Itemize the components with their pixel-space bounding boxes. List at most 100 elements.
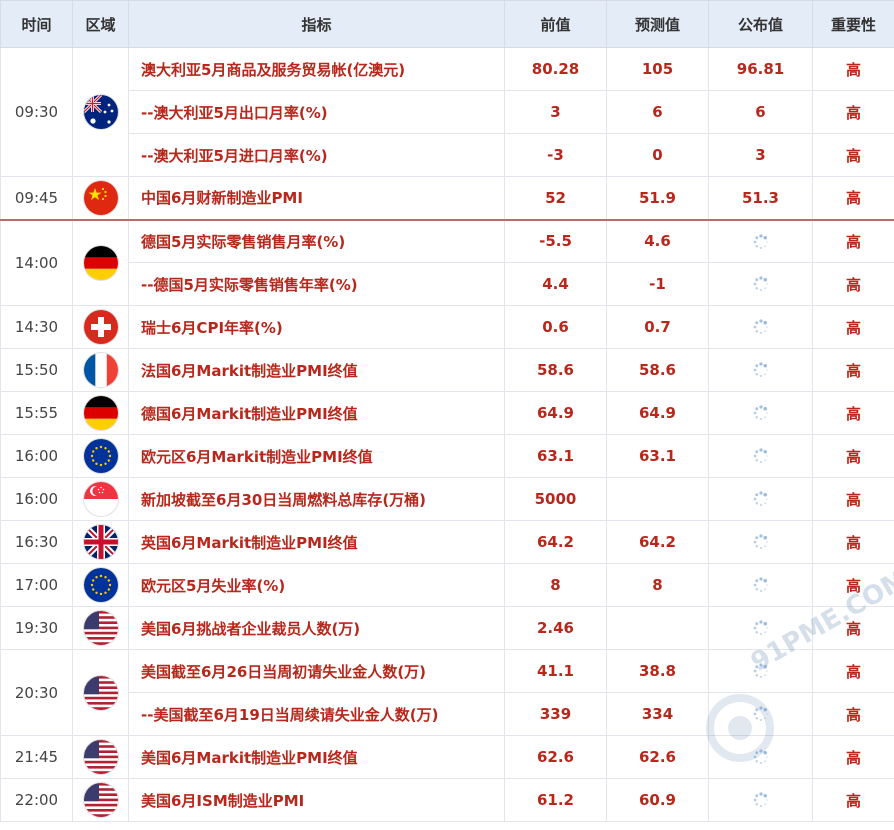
header-region: 区域 — [72, 0, 129, 48]
row-actual: 51.3 — [708, 176, 813, 220]
row-previous: -3 — [504, 133, 607, 177]
row-region — [72, 563, 129, 607]
row-previous: 3 — [504, 90, 607, 134]
row-forecast: 8 — [606, 563, 709, 607]
row-region — [72, 434, 129, 478]
row-previous: 80.28 — [504, 47, 607, 91]
row-time: 14:00 — [0, 218, 73, 306]
row-importance: 高 — [812, 133, 894, 177]
row-indicator[interactable]: 美国6月ISM制造业PMI — [128, 778, 505, 822]
row-indicator[interactable]: 美国6月挑战者企业裁员人数(万) — [128, 606, 505, 650]
header-importance: 重要性 — [812, 0, 894, 48]
row-region — [72, 305, 129, 349]
usa-flag-icon — [83, 675, 118, 710]
row-indicator[interactable]: 德国5月实际零售销售月率(%) — [128, 218, 505, 263]
row-forecast: -1 — [606, 262, 709, 306]
row-importance: 高 — [812, 348, 894, 392]
row-actual-pending — [708, 391, 813, 435]
loading-spinner-icon — [752, 490, 770, 508]
row-indicator[interactable]: --澳大利亚5月进口月率(%) — [128, 133, 505, 177]
row-actual: 3 — [708, 133, 813, 177]
row-previous: 8 — [504, 563, 607, 607]
loading-spinner-icon — [752, 576, 770, 594]
row-importance: 高 — [812, 218, 894, 263]
row-actual-pending — [708, 348, 813, 392]
row-indicator[interactable]: --美国截至6月19日当周续请失业金人数(万) — [128, 692, 505, 736]
row-actual-pending — [708, 778, 813, 822]
row-previous: 58.6 — [504, 348, 607, 392]
row-time: 22:00 — [0, 778, 73, 822]
row-time: 09:30 — [0, 47, 73, 177]
row-indicator[interactable]: 法国6月Markit制造业PMI终值 — [128, 348, 505, 392]
row-indicator[interactable]: 中国6月财新制造业PMI — [128, 176, 505, 220]
row-forecast: 105 — [606, 47, 709, 91]
row-importance: 高 — [812, 477, 894, 521]
row-indicator[interactable]: 美国6月Markit制造业PMI终值 — [128, 735, 505, 779]
row-indicator[interactable]: --德国5月实际零售销售年率(%) — [128, 262, 505, 306]
row-forecast: 4.6 — [606, 218, 709, 263]
row-indicator[interactable]: 德国6月Markit制造业PMI终值 — [128, 391, 505, 435]
row-actual: 6 — [708, 90, 813, 134]
row-previous: 64.2 — [504, 520, 607, 564]
row-indicator[interactable]: 澳大利亚5月商品及服务贸易帐(亿澳元) — [128, 47, 505, 91]
usa-flag-icon — [83, 740, 118, 774]
row-actual-pending — [708, 434, 813, 478]
row-indicator[interactable]: 瑞士6月CPI年率(%) — [128, 305, 505, 349]
row-time: 16:30 — [0, 520, 73, 564]
row-time: 19:30 — [0, 606, 73, 650]
row-previous: 4.4 — [504, 262, 607, 306]
row-actual-pending — [708, 305, 813, 349]
table-row: 15:55 德国6月Markit制造业PMI终值 64.9 64.9 高 — [0, 391, 894, 435]
row-forecast: 0.7 — [606, 305, 709, 349]
table-row: --美国截至6月19日当周续请失业金人数(万) 339 334 高 — [1, 692, 894, 736]
row-previous: 339 — [504, 692, 607, 736]
row-region — [72, 778, 129, 822]
row-previous: 5000 — [504, 477, 607, 521]
row-forecast: 51.9 — [606, 176, 709, 220]
table-row: --澳大利亚5月出口月率(%) 3 6 6 高 — [1, 90, 894, 134]
eurozone-flag-icon — [83, 568, 118, 602]
row-previous: 64.9 — [504, 391, 607, 435]
china-flag-icon — [83, 180, 118, 215]
loading-spinner-icon — [752, 619, 770, 637]
header-indicator: 指标 — [128, 0, 505, 48]
row-previous: -5.5 — [504, 218, 607, 263]
germany-flag-icon — [83, 396, 118, 430]
switzerland-flag-icon — [83, 310, 118, 344]
row-importance: 高 — [812, 90, 894, 134]
row-importance: 高 — [812, 735, 894, 779]
row-importance: 高 — [812, 692, 894, 736]
row-indicator[interactable]: 新加坡截至6月30日当周燃料总库存(万桶) — [128, 477, 505, 521]
row-time: 17:00 — [0, 563, 73, 607]
row-region — [72, 649, 129, 736]
row-previous: 41.1 — [504, 649, 607, 693]
row-previous: 52 — [504, 176, 607, 220]
row-indicator[interactable]: --澳大利亚5月出口月率(%) — [128, 90, 505, 134]
row-importance: 高 — [812, 176, 894, 220]
row-importance: 高 — [812, 47, 894, 91]
row-time: 16:00 — [0, 434, 73, 478]
row-indicator[interactable]: 欧元区5月失业率(%) — [128, 563, 505, 607]
row-region — [72, 47, 129, 177]
eurozone-flag-icon — [83, 439, 118, 473]
row-indicator[interactable]: 欧元区6月Markit制造业PMI终值 — [128, 434, 505, 478]
row-actual-pending — [708, 262, 813, 306]
table-row: 09:45 中国6月财新制造业PMI 52 51.9 51.3 高 — [0, 176, 894, 220]
table-row: 21:45 美国6月Markit制造业PMI终值 62.6 62.6 高 — [0, 735, 894, 779]
row-time: 20:30 — [0, 649, 73, 736]
loading-spinner-icon — [752, 533, 770, 551]
row-indicator[interactable]: 英国6月Markit制造业PMI终值 — [128, 520, 505, 564]
row-importance: 高 — [812, 520, 894, 564]
loading-spinner-icon — [752, 705, 770, 723]
row-forecast: 0 — [606, 133, 709, 177]
header-actual: 公布值 — [708, 0, 813, 48]
row-forecast — [606, 477, 709, 521]
table-row: 09:30 澳大利亚5月商品及服务贸易帐(亿澳元) 80.28 105 96.8… — [0, 47, 894, 177]
loading-spinner-icon — [752, 318, 770, 336]
loading-spinner-icon — [752, 748, 770, 766]
row-indicator[interactable]: 美国截至6月26日当周初请失业金人数(万) — [128, 649, 505, 693]
row-previous: 2.46 — [504, 606, 607, 650]
row-forecast: 63.1 — [606, 434, 709, 478]
row-region — [72, 348, 129, 392]
table-row: 16:00 新加坡截至6月30日当周燃料总库存(万桶) 5000 高 — [0, 477, 894, 521]
